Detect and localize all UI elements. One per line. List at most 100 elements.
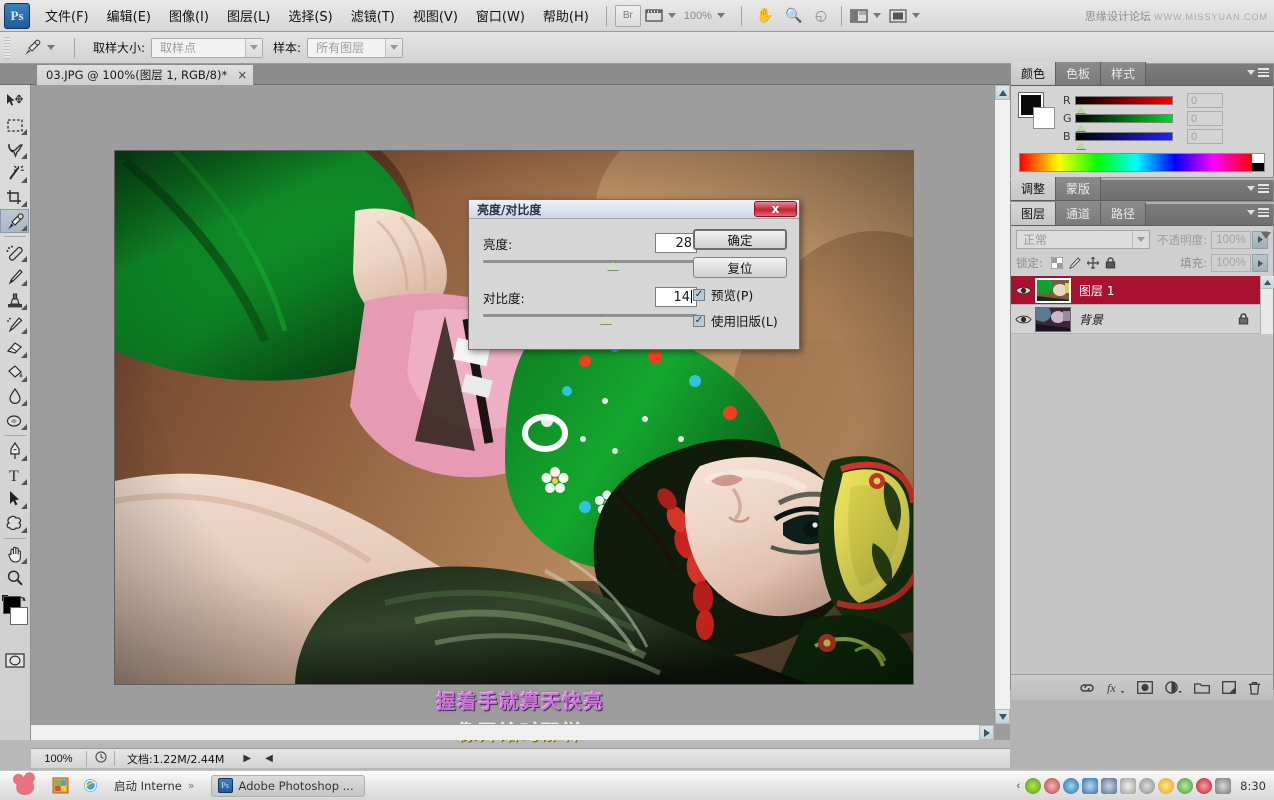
canvas-vertical-scrollbar[interactable]: [994, 85, 1010, 724]
eyedropper-tool[interactable]: [0, 209, 29, 233]
contrast-input[interactable]: 14: [655, 287, 697, 307]
tray-icon-volume[interactable]: [1101, 778, 1117, 794]
color-panel-swatches[interactable]: [1019, 93, 1057, 129]
magic-wand-tool[interactable]: [0, 161, 29, 185]
layer-style-button[interactable]: fx: [1107, 681, 1125, 694]
brightness-slider[interactable]: [483, 257, 697, 271]
preview-checkbox[interactable]: ✓: [693, 289, 705, 301]
link-layers-button[interactable]: [1079, 683, 1095, 693]
hand-tool[interactable]: [0, 542, 29, 566]
contrast-slider-thumb[interactable]: [600, 316, 612, 324]
start-button[interactable]: [8, 773, 42, 799]
brush-tool[interactable]: [0, 264, 29, 288]
tray-icon-shield-yellow[interactable]: [1158, 778, 1174, 794]
shape-tool[interactable]: [0, 511, 29, 535]
brightness-contrast-dialog[interactable]: 亮度/对比度 x 亮度: 28 对比度: 14: [468, 199, 800, 350]
spectrum-bar[interactable]: [1020, 154, 1252, 171]
preview-checkbox-row[interactable]: ✓ 预览(P): [693, 285, 789, 304]
rotate-view-icon[interactable]: ◵: [809, 5, 833, 26]
dialog-reset-button[interactable]: 复位: [693, 257, 787, 278]
legacy-checkbox[interactable]: ✓: [693, 315, 705, 327]
history-brush-tool[interactable]: [0, 312, 29, 336]
options-bar-grip[interactable]: [4, 37, 10, 59]
new-group-button[interactable]: [1194, 682, 1210, 694]
add-mask-button[interactable]: [1137, 681, 1153, 694]
layer-row-1[interactable]: 图层 1: [1011, 276, 1273, 305]
background-color-swatch[interactable]: [10, 607, 28, 625]
tray-icon-1[interactable]: [1025, 778, 1041, 794]
color-spectrum-ramp[interactable]: [1019, 153, 1265, 172]
dialog-ok-button[interactable]: 确定: [693, 229, 787, 250]
scroll-up-button[interactable]: [995, 85, 1010, 100]
scroll-down-button[interactable]: [995, 709, 1010, 724]
menu-help[interactable]: 帮助(H): [534, 2, 598, 29]
blend-mode-select[interactable]: 正常: [1016, 230, 1150, 249]
spectrum-black-white[interactable]: [1252, 154, 1264, 171]
fill-value[interactable]: 100%: [1211, 254, 1251, 272]
fill-stepper-icon[interactable]: [1252, 254, 1268, 272]
quick-launch-desktop[interactable]: [48, 774, 72, 798]
eraser-tool[interactable]: [0, 336, 29, 360]
view-extras-button[interactable]: [645, 8, 681, 23]
status-zoom-value[interactable]: 100%: [31, 751, 87, 767]
opacity-value[interactable]: 100%: [1211, 231, 1251, 249]
channel-b-slider[interactable]: [1075, 132, 1173, 141]
scroll-right-button[interactable]: [979, 725, 994, 740]
sample-size-chevron-down-icon[interactable]: [245, 39, 262, 57]
tray-icon-monitor[interactable]: [1215, 778, 1231, 794]
channel-r-value[interactable]: 0: [1187, 93, 1223, 108]
tray-icon-shield-green[interactable]: [1177, 778, 1193, 794]
clone-stamp-tool[interactable]: [0, 288, 29, 312]
layer-1-visibility-toggle[interactable]: [1011, 285, 1035, 296]
legacy-checkbox-row[interactable]: ✓ 使用旧版(L): [693, 311, 789, 330]
status-collapse-icon[interactable]: ◀: [258, 753, 280, 764]
blend-mode-chevron-down-icon[interactable]: [1132, 231, 1149, 248]
layers-panel-menu-button[interactable]: [1247, 208, 1269, 217]
menu-edit[interactable]: 编辑(E): [98, 2, 160, 29]
sample-chevron-down-icon[interactable]: [385, 39, 402, 57]
status-expand-icon[interactable]: ▶: [236, 753, 258, 764]
screen-mode-button[interactable]: [889, 9, 925, 23]
layers-panel-collapse-icon[interactable]: [1261, 228, 1271, 242]
dodge-tool[interactable]: [0, 408, 29, 432]
move-tool[interactable]: [0, 89, 29, 113]
pen-tool[interactable]: [0, 439, 29, 463]
lock-image-pixels-button[interactable]: [1066, 255, 1084, 271]
zoom-tool[interactable]: [0, 566, 29, 590]
menu-select[interactable]: 选择(S): [279, 2, 341, 29]
lasso-tool[interactable]: [0, 137, 29, 161]
tray-icon-red[interactable]: [1196, 778, 1212, 794]
layers-scroll-up-button[interactable]: [1261, 276, 1274, 289]
blur-tool[interactable]: [0, 384, 29, 408]
sample-size-select[interactable]: 取样点: [151, 38, 263, 58]
new-adjustment-layer-button[interactable]: [1165, 681, 1182, 694]
new-layer-button[interactable]: [1222, 681, 1236, 694]
sample-select[interactable]: 所有图层: [307, 38, 403, 58]
dialog-title-bar[interactable]: 亮度/对比度 x: [469, 200, 799, 219]
channel-r-slider[interactable]: [1075, 96, 1173, 105]
adjustments-panel-menu-button[interactable]: [1247, 184, 1269, 193]
quick-mask-toggle[interactable]: [0, 648, 29, 672]
crop-tool[interactable]: [0, 185, 29, 209]
brightness-input[interactable]: 28: [655, 233, 697, 253]
tab-layers[interactable]: 图层: [1011, 202, 1056, 225]
layer-2-visibility-toggle[interactable]: [1011, 314, 1035, 325]
menu-window[interactable]: 窗口(W): [467, 2, 534, 29]
taskbar-photoshop-item[interactable]: Ps Adobe Photoshop ...: [211, 775, 365, 797]
dialog-close-button[interactable]: x: [754, 201, 797, 217]
lock-transparent-pixels-button[interactable]: [1048, 255, 1066, 271]
layer-2-name[interactable]: 背景: [1079, 311, 1103, 328]
menu-file[interactable]: 文件(F): [36, 2, 98, 29]
type-tool[interactable]: T: [0, 463, 29, 487]
path-selection-tool[interactable]: [0, 487, 29, 511]
channel-b-value[interactable]: 0: [1187, 129, 1223, 144]
tab-masks[interactable]: 蒙版: [1056, 177, 1101, 200]
menu-layer[interactable]: 图层(L): [218, 2, 279, 29]
document-tab[interactable]: 03.JPG @ 100%(图层 1, RGB/8)* ×: [36, 64, 254, 85]
channel-g-value[interactable]: 0: [1187, 111, 1223, 126]
eyedropper-preset-chevron-down-icon[interactable]: [47, 45, 55, 50]
healing-brush-tool[interactable]: [0, 240, 29, 264]
taskbar-overflow-icon[interactable]: »: [188, 779, 195, 792]
delete-layer-button[interactable]: [1248, 681, 1261, 695]
tab-swatches[interactable]: 色板: [1056, 62, 1101, 85]
